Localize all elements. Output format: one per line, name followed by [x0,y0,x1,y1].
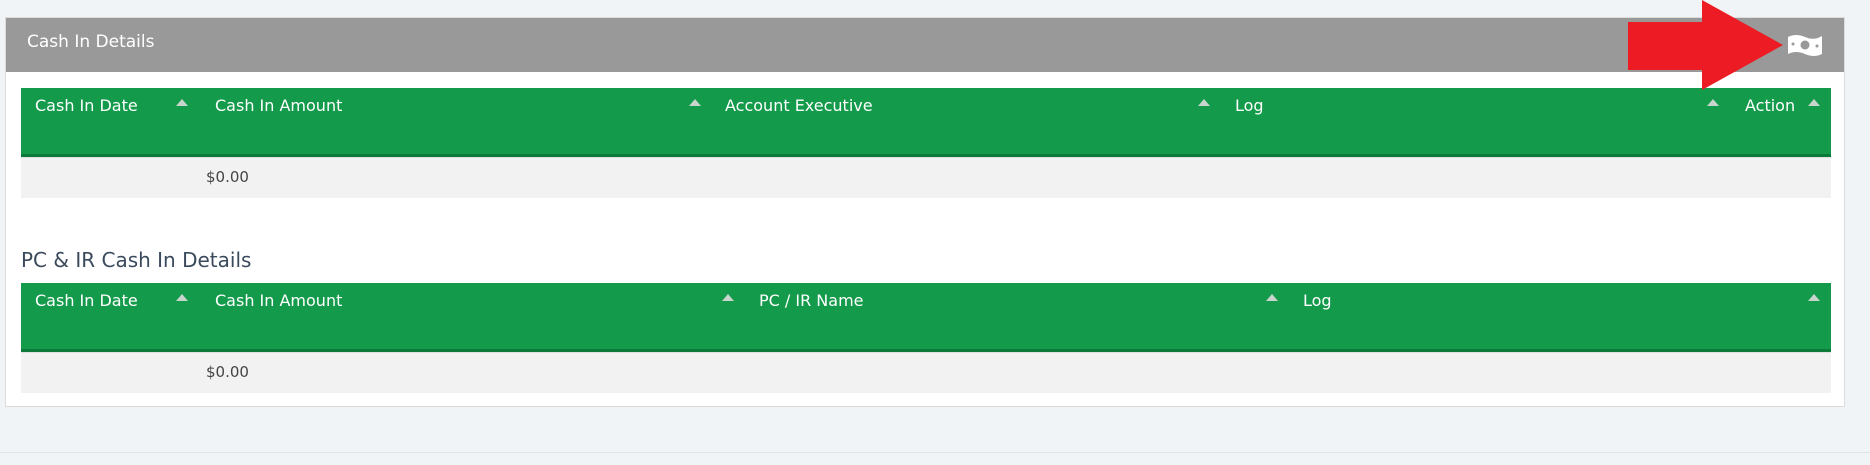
sort-arrow-icon[interactable] [689,99,701,106]
sort-arrow-icon[interactable] [722,294,734,301]
column-header-cash-in-amount[interactable]: Cash In Amount [215,96,342,115]
sort-arrow-icon[interactable] [1707,99,1719,106]
money-bill-icon[interactable] [1786,31,1824,59]
panel-title: Cash In Details [27,32,155,52]
panel-header: Cash In Details [6,18,1844,72]
sort-arrow-icon[interactable] [1198,99,1210,106]
pc-ir-table-header: Cash In Date Cash In Amount PC / IR Name… [21,283,1831,352]
table-row: $0.00 [21,157,1831,198]
divider [0,452,1870,453]
sort-arrow-icon[interactable] [1808,99,1820,106]
cash-in-amount-total: $0.00 [206,363,249,381]
cash-in-table-header: Cash In Date Cash In Amount Account Exec… [21,88,1831,157]
cash-in-amount-total: $0.00 [206,168,249,186]
sort-arrow-icon[interactable] [1266,294,1278,301]
sort-arrow-icon[interactable] [176,294,188,301]
column-header-pc-ir-name[interactable]: PC / IR Name [759,291,864,310]
red-arrow-annotation [1628,0,1783,90]
column-header-action[interactable]: Action [1745,96,1795,115]
column-header-cash-in-amount[interactable]: Cash In Amount [215,291,342,310]
sort-arrow-icon[interactable] [1808,294,1820,301]
table-row: $0.00 [21,352,1831,393]
cash-in-details-panel: Cash In Details Cash In Date Cash In Amo… [5,17,1845,407]
column-header-log[interactable]: Log [1235,96,1264,115]
cash-in-table: Cash In Date Cash In Amount Account Exec… [21,88,1831,198]
column-header-cash-in-date[interactable]: Cash In Date [35,96,138,115]
sort-arrow-icon[interactable] [176,99,188,106]
section-title: PC & IR Cash In Details [21,248,252,272]
column-header-log[interactable]: Log [1303,291,1332,310]
column-header-account-executive[interactable]: Account Executive [725,96,873,115]
column-header-cash-in-date[interactable]: Cash In Date [35,291,138,310]
pc-ir-cash-in-table: Cash In Date Cash In Amount PC / IR Name… [21,283,1831,393]
